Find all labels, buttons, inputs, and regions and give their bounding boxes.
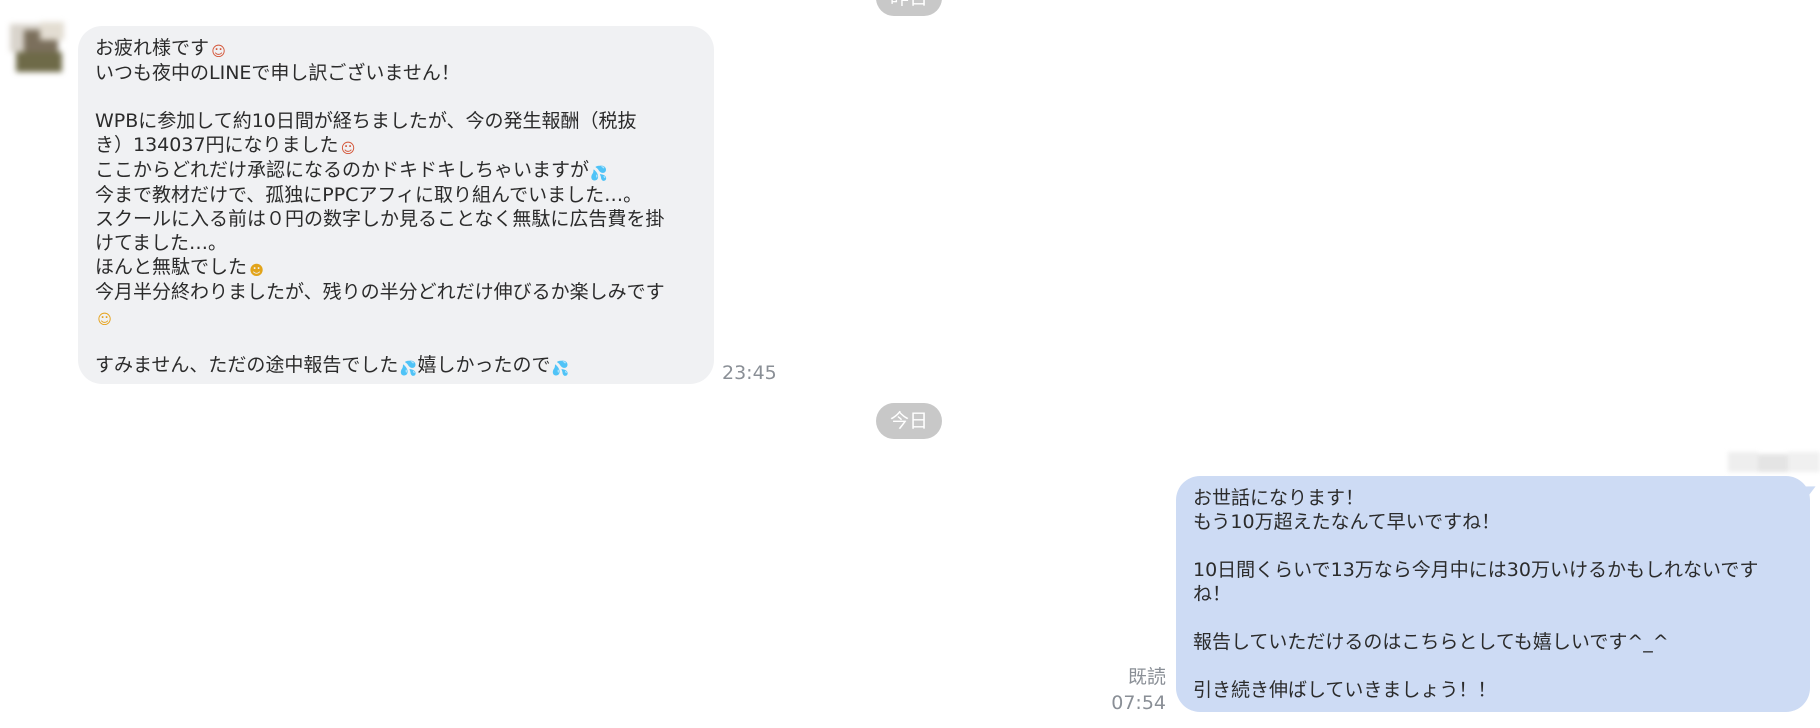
message-line: お世話になります！ bbox=[1193, 486, 1792, 510]
message-text: ここからどれだけ承認になるのかドキドキしちゃいますが bbox=[95, 159, 590, 181]
message-text: 今月半分終わりましたが、残りの半分どれだけ伸びるか楽しみです bbox=[95, 281, 665, 303]
message-line: ここからどれだけ承認になるのかドキドキしちゃいますが💦 bbox=[95, 158, 696, 183]
message-line: 今月半分終わりましたが、残りの半分どれだけ伸びるか楽しみです bbox=[95, 280, 696, 304]
message-line bbox=[95, 329, 696, 353]
message-text: ね！ bbox=[1193, 583, 1232, 605]
message-line: 報告していただけるのはこちらとしても嬉しいです^_^ bbox=[1193, 630, 1792, 654]
outgoing-message-bubble[interactable]: お世話になります！ もう10万超えたなんて早いですね！ 10日間くらいで13万なら今… bbox=[1176, 476, 1810, 712]
incoming-message-bubble[interactable]: お疲れ様です ☺ いつも夜中のLINEで申し訳ございません！ WPBに参加して約10日… bbox=[78, 26, 714, 384]
recipient-avatar bbox=[1728, 450, 1820, 474]
message-text: スクールに入る前は０円の数字しか見ることなく無駄に広告費を掛 bbox=[95, 208, 665, 230]
sender-avatar[interactable] bbox=[6, 18, 68, 76]
grinning-sweat-icon: ☻ bbox=[249, 263, 264, 279]
person-gesturing-icon: ☺ bbox=[211, 44, 226, 60]
smiling-face-icon: ☺ bbox=[97, 312, 112, 328]
message-text: 嬉しかったので bbox=[417, 354, 551, 376]
message-line bbox=[95, 85, 696, 109]
message-line: 今まで教材だけで、孤独にPPCアフィに取り組んでいました…。 bbox=[95, 183, 696, 207]
message-text: WPBに参加して約10日間が経ちましたが、今の発生報酬（税抜 bbox=[95, 110, 637, 132]
date-separator-today: 今日 bbox=[876, 403, 943, 439]
message-line: いつも夜中のLINEで申し訳ございません！ bbox=[95, 61, 696, 85]
incoming-message-time: 23:45 bbox=[722, 362, 777, 384]
message-line bbox=[1193, 654, 1792, 678]
message-text: 今まで教材だけで、孤独にPPCアフィに取り組んでいました…。 bbox=[95, 184, 643, 206]
message-text: 引き続き伸ばしていきましょう！！ bbox=[1193, 679, 1497, 701]
message-line: ね！ bbox=[1193, 582, 1792, 606]
message-line: すみません、ただの途中報告でした💦嬉しかったので💦 bbox=[95, 353, 696, 378]
message-line: 10日間くらいで13万なら今月中には30万いけるかもしれないです bbox=[1193, 558, 1792, 582]
message-line: ☺ bbox=[95, 304, 696, 329]
message-line bbox=[1193, 606, 1792, 630]
message-text: すみません、ただの途中報告でした bbox=[95, 354, 399, 376]
date-separator-yesterday: 昨日 bbox=[876, 0, 943, 16]
message-line: ほんと無駄でした ☻ bbox=[95, 255, 696, 280]
read-receipt-label: 既読 bbox=[1127, 666, 1166, 688]
sweat-droplets-icon: 💦 bbox=[399, 361, 417, 377]
message-text: 10日間くらいで13万なら今月中には30万いけるかもしれないです bbox=[1193, 559, 1759, 581]
message-line: スクールに入る前は０円の数字しか見ることなく無駄に広告費を掛 bbox=[95, 207, 696, 231]
message-text: 報告していただけるのはこちらとしても嬉しいです^_^ bbox=[1193, 631, 1669, 653]
sweat-droplets-icon: 💦 bbox=[551, 361, 569, 377]
message-line: 引き続き伸ばしていきましょう！！ bbox=[1193, 678, 1792, 702]
message-line: けてました…。 bbox=[95, 231, 696, 255]
message-line: もう10万超えたなんて早いですね！ bbox=[1193, 510, 1792, 534]
message-text: お世話になります！ bbox=[1193, 487, 1365, 509]
message-line: WPBに参加して約10日間が経ちましたが、今の発生報酬（税抜 bbox=[95, 109, 696, 133]
message-text: ほんと無駄でした bbox=[95, 256, 248, 278]
outgoing-message-status: 既読 07:54 bbox=[1111, 664, 1166, 716]
message-text: いつも夜中のLINEで申し訳ございません！ bbox=[95, 62, 460, 84]
message-text: お疲れ様です bbox=[95, 37, 210, 59]
message-text: もう10万超えたなんて早いですね！ bbox=[1193, 511, 1501, 533]
person-gesturing-icon: ☺ bbox=[340, 141, 356, 157]
message-text: けてました…。 bbox=[95, 232, 228, 254]
outgoing-message-time: 07:54 bbox=[1111, 692, 1166, 714]
sweat-droplets-icon: 💦 bbox=[590, 166, 608, 182]
message-line: お疲れ様です ☺ bbox=[95, 36, 696, 61]
message-text: き）134037円になりました bbox=[95, 134, 339, 156]
message-line bbox=[1193, 534, 1792, 558]
message-line: き）134037円になりました ☺ bbox=[95, 133, 696, 158]
